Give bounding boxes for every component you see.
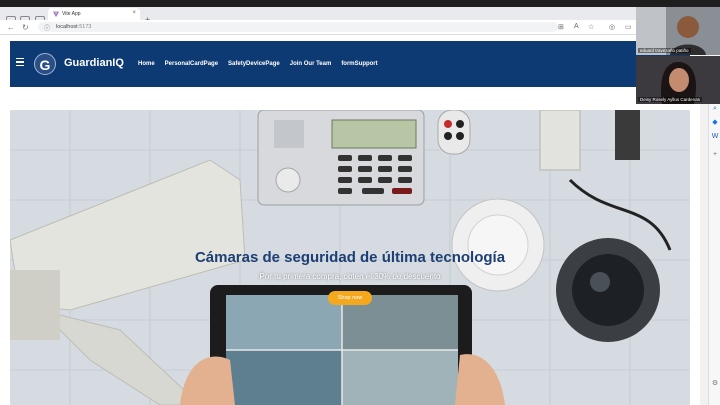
add-icon[interactable]: +	[711, 151, 719, 159]
tab-title: Vite App	[62, 11, 81, 17]
shop-now-button[interactable]: Shop now	[328, 291, 372, 305]
app-available-icon[interactable]: ⊞	[558, 23, 564, 31]
back-icon[interactable]: ←	[7, 23, 15, 32]
vite-favicon-icon	[53, 11, 59, 17]
participant-name-1: eduard travezaño patiño	[638, 48, 691, 53]
hero-subtitle: Por tu primera compra, obten el 30% de d…	[259, 272, 441, 281]
page-content: G GuardianIQ Home PersonalCardPage Safet…	[0, 35, 700, 405]
site-info-icon[interactable]: ⓘ	[44, 23, 50, 32]
hero-title: Cámaras de seguridad de última tecnologí…	[194, 249, 506, 266]
brand-logo[interactable]: G	[34, 53, 56, 75]
url-field[interactable]: ⓘ localhost:5173	[38, 22, 558, 32]
hero-banner: Cámaras de seguridad de última tecnologí…	[10, 110, 690, 405]
nav-link-form-support[interactable]: formSupport	[341, 61, 377, 67]
search-icon[interactable]: ⌕	[711, 105, 719, 113]
nav-link-personal-card[interactable]: PersonalCardPage	[165, 61, 218, 67]
nav-link-home[interactable]: Home	[138, 61, 155, 67]
site-navbar: G GuardianIQ Home PersonalCardPage Safet…	[10, 41, 690, 87]
os-title-bar	[0, 0, 720, 7]
url-host: localhost	[56, 24, 78, 30]
read-aloud-icon[interactable]: A	[574, 23, 579, 30]
nav-link-safety-device[interactable]: SafetyDevicePage	[228, 61, 280, 67]
nav-links: Home PersonalCardPage SafetyDevicePage J…	[138, 61, 378, 67]
settings-gear-icon[interactable]: ⚙	[711, 380, 719, 388]
url-port: :5173	[77, 24, 92, 30]
participant-name-2: Deisy Rosely Ayllus Cardenas	[638, 97, 702, 102]
close-tab-icon[interactable]: ×	[132, 10, 136, 16]
video-tile-1: eduard travezaño patiño	[636, 7, 720, 55]
menu-icon[interactable]	[16, 58, 24, 68]
favorite-star-icon[interactable]: ☆	[588, 23, 594, 31]
video-tile-2: Deisy Rosely Ayllus Cardenas	[636, 56, 720, 104]
split-screen-icon[interactable]: ▭	[625, 23, 632, 31]
word-icon[interactable]: W	[711, 133, 719, 141]
nav-link-join-team[interactable]: Join Our Team	[290, 61, 332, 67]
extensions-icon[interactable]: ◎	[609, 23, 615, 31]
brand-name[interactable]: GuardianIQ	[64, 57, 124, 69]
address-bar-row: ← ↻ ⓘ localhost:5173 ⊞ A ☆ ◎ ▭	[0, 20, 720, 35]
tools-icon[interactable]: ◆	[711, 119, 719, 127]
tab-strip: Vite App × +	[0, 7, 720, 26]
reload-icon[interactable]: ↻	[22, 23, 29, 32]
browser-tab[interactable]: Vite App ×	[48, 8, 140, 20]
